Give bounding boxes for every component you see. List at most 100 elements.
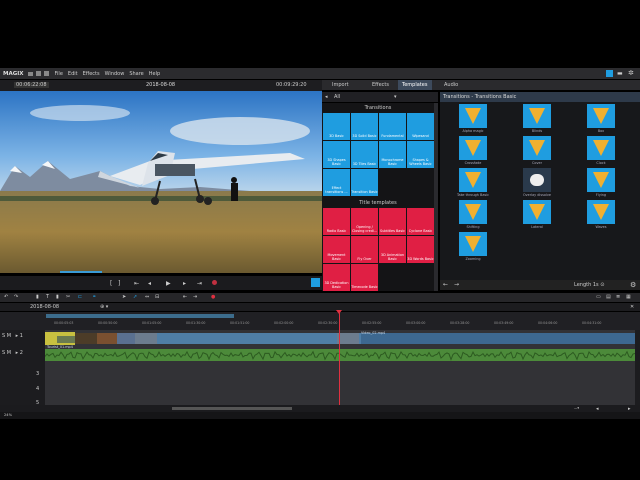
- transition-item[interactable]: Take through Basic: [442, 167, 504, 198]
- timeline-scrollbar[interactable]: [172, 407, 292, 410]
- transition-template-tile[interactable]: Monochrome Basic: [379, 141, 406, 168]
- title-template-tile[interactable]: 3D Animation Basic: [379, 236, 406, 263]
- grid-icon[interactable]: [43, 71, 49, 76]
- transition-template-tile[interactable]: Transition Basic: [351, 169, 378, 196]
- transition-template-tile[interactable]: 3D Basic: [323, 113, 350, 140]
- transition-item[interactable]: Overlay dissolve: [506, 167, 568, 198]
- transition-item[interactable]: Clock: [570, 135, 632, 166]
- menu-help[interactable]: Help: [149, 71, 160, 77]
- transition-item[interactable]: Box: [570, 103, 632, 134]
- playhead[interactable]: [339, 313, 340, 405]
- view-scene-icon[interactable]: ▤: [606, 294, 611, 300]
- back-arrow-icon[interactable]: ◂: [325, 94, 328, 100]
- title-template-tile[interactable]: Radio Basic: [323, 208, 350, 235]
- menu-window[interactable]: Window: [105, 71, 125, 77]
- transition-item[interactable]: Waves: [570, 199, 632, 230]
- title-template-tile[interactable]: 3D Dedication Basic: [323, 264, 350, 291]
- minimize-icon[interactable]: ▬: [617, 70, 623, 77]
- track-header-3[interactable]: 3: [36, 371, 80, 377]
- transition-item[interactable]: Cover: [506, 135, 568, 166]
- tab-templates[interactable]: Templates: [402, 82, 427, 88]
- playhead-handle[interactable]: [336, 310, 342, 314]
- transition-template-tile[interactable]: Shapes & Wheels Basic: [407, 141, 434, 168]
- video-preview[interactable]: [0, 91, 322, 273]
- menu-file[interactable]: File: [55, 71, 63, 77]
- play-icon[interactable]: ▶: [166, 280, 171, 287]
- save-icon[interactable]: [35, 71, 41, 76]
- transition-template-tile[interactable]: 3D Solid Basic: [351, 113, 378, 140]
- transition-template-tile[interactable]: 3D Shapes Basic: [323, 141, 350, 168]
- footer-forward-icon[interactable]: →: [454, 281, 459, 288]
- link-icon[interactable]: ⚭: [92, 294, 96, 300]
- folder-icon[interactable]: [27, 71, 33, 76]
- fullscreen-icon[interactable]: [311, 278, 320, 287]
- step-forward-icon[interactable]: ▸: [183, 280, 186, 287]
- menu-effects[interactable]: Effects: [83, 71, 100, 77]
- marker-icon[interactable]: ▮: [56, 294, 59, 300]
- view-storyboard-icon[interactable]: ▭: [596, 294, 601, 300]
- transition-item[interactable]: Crossfade: [442, 135, 504, 166]
- timeline-date[interactable]: 2018-08-08: [30, 304, 59, 310]
- length-label[interactable]: Length 1s ⊙: [574, 282, 604, 288]
- timeline-ruler[interactable]: 00:00:05:03 00:00:50:00 00:01:05:00 00:01:3…: [46, 321, 636, 329]
- tab-import[interactable]: Import: [332, 82, 349, 88]
- tab-audio[interactable]: Audio: [444, 82, 458, 88]
- transition-template-tile[interactable]: Wipesand: [407, 113, 434, 140]
- prev-marker-icon[interactable]: ⇤: [134, 280, 139, 287]
- title-template-tile[interactable]: Opening / Closing credi...: [351, 208, 378, 235]
- pointer-icon[interactable]: ➤: [122, 294, 126, 300]
- footer-back-icon[interactable]: ←: [443, 281, 448, 288]
- cut-icon[interactable]: ✂: [66, 294, 70, 300]
- title-template-tile[interactable]: Cyclone Basic: [407, 208, 434, 235]
- transition-item[interactable]: Shifting: [442, 199, 504, 230]
- title-template-tile[interactable]: Subtitles Basic: [379, 208, 406, 235]
- tab-effects[interactable]: Effects: [372, 82, 389, 88]
- transition-item[interactable]: Zooming: [442, 231, 504, 262]
- title-template-tile[interactable]: 3D Words Basic: [407, 236, 434, 263]
- delete-icon[interactable]: ▮: [36, 294, 39, 300]
- transition-template-tile[interactable]: 3D Tiles Basic: [351, 141, 378, 168]
- template-filter[interactable]: All: [334, 94, 340, 100]
- templates-scrollbar[interactable]: [434, 103, 438, 291]
- rec-icon[interactable]: ●: [211, 294, 215, 300]
- close-project-icon[interactable]: ✕: [630, 304, 634, 310]
- audio-track-2[interactable]: [44, 349, 636, 361]
- record-icon[interactable]: [212, 280, 217, 285]
- mark-out-icon[interactable]: ]: [118, 280, 120, 287]
- transition-item[interactable]: Alpha magic: [442, 103, 504, 134]
- menu-share[interactable]: Share: [129, 71, 143, 77]
- settings-icon[interactable]: ✲: [628, 69, 634, 77]
- select-tool-icon[interactable]: ➚: [133, 294, 137, 300]
- gear-icon[interactable]: ⚙: [630, 281, 636, 289]
- track-header-4[interactable]: 4: [36, 386, 80, 392]
- next-marker-icon[interactable]: ⇥: [197, 280, 202, 287]
- redo-icon[interactable]: ↷: [14, 294, 18, 300]
- trim-icon[interactable]: ⊟: [155, 294, 159, 300]
- track-header-1[interactable]: S M ▸ 1: [0, 333, 44, 339]
- transition-template-tile[interactable]: Effect transitions ...: [323, 169, 350, 196]
- range-bar[interactable]: [46, 314, 234, 318]
- layout-icon[interactable]: [606, 70, 613, 77]
- project-add-icon[interactable]: ⊕ ▾: [100, 304, 108, 310]
- nav-prev-icon[interactable]: ⇤: [183, 294, 187, 300]
- track-header-2[interactable]: S M ▸ 2: [0, 350, 44, 356]
- transition-item[interactable]: Blinds: [506, 103, 568, 134]
- title-template-tile[interactable]: Timecode Basic: [351, 264, 378, 291]
- title-icon[interactable]: T: [46, 294, 49, 300]
- view-timeline-icon[interactable]: ≣: [616, 294, 620, 300]
- mark-in-icon[interactable]: [: [110, 280, 112, 287]
- transition-item[interactable]: Lateral: [506, 199, 568, 230]
- snap-icon[interactable]: ⊏: [78, 294, 82, 300]
- title-template-tile[interactable]: Fly Over: [351, 236, 378, 263]
- title-template-tile[interactable]: Movement Basic: [323, 236, 350, 263]
- undo-icon[interactable]: ↶: [4, 294, 8, 300]
- timecode-current[interactable]: 00:06:22:08: [14, 82, 49, 88]
- transition-template-tile[interactable]: Fundamental: [379, 113, 406, 140]
- zoom-control[interactable]: —▾: [574, 406, 579, 410]
- tracks-scrollbar[interactable]: [635, 330, 640, 405]
- clip-second[interactable]: [361, 333, 635, 344]
- stretch-icon[interactable]: ⇔: [145, 294, 149, 300]
- nav-next-icon[interactable]: ⇥: [193, 294, 197, 300]
- step-back-icon[interactable]: ◂: [148, 280, 151, 287]
- transition-item[interactable]: Flying: [570, 167, 632, 198]
